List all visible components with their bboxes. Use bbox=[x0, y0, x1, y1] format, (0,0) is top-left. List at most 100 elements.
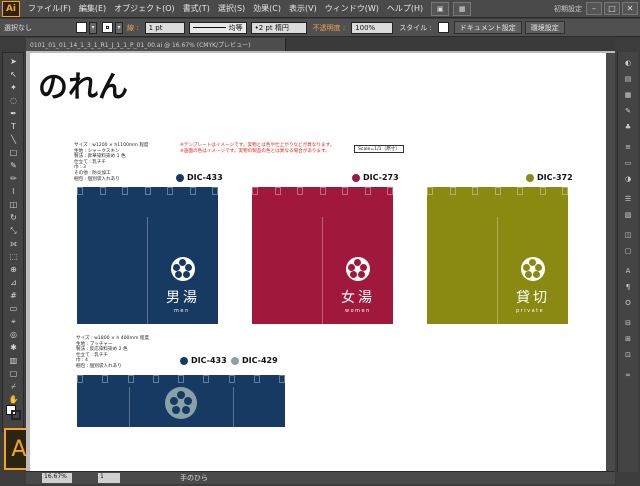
noren-text: 男湯 bbox=[166, 290, 200, 306]
shape-builder-tool-icon[interactable]: ⊕ bbox=[6, 265, 21, 275]
color-guide-panel-icon[interactable]: ▤ bbox=[621, 74, 635, 84]
transparency-panel-icon[interactable]: ◑ bbox=[621, 174, 635, 184]
blend-tool-icon[interactable]: ◎ bbox=[6, 330, 21, 340]
dic-code: DIC-372 bbox=[537, 173, 573, 182]
graph-tool-icon[interactable]: ▥ bbox=[6, 356, 21, 366]
transform-panel-icon[interactable]: ⊡ bbox=[621, 350, 635, 360]
opacity-field[interactable]: 100% bbox=[351, 21, 394, 34]
links-panel-icon[interactable]: ∞ bbox=[621, 370, 635, 380]
align-panel-icon[interactable]: ⊟ bbox=[621, 318, 635, 328]
direct-selection-tool-icon[interactable]: ↖ bbox=[6, 70, 21, 80]
document-setup-button[interactable]: ドキュメント設定 bbox=[453, 21, 522, 34]
menu-object[interactable]: オブジェクト(O) bbox=[110, 3, 179, 14]
character-panel-icon[interactable]: A bbox=[621, 266, 635, 276]
menu-help[interactable]: ヘルプ(H) bbox=[383, 3, 427, 14]
mesh-tool-icon[interactable]: # bbox=[6, 291, 21, 301]
maximize-button[interactable]: □ bbox=[604, 2, 620, 15]
line-tool-icon[interactable]: ╲ bbox=[6, 135, 21, 145]
menu-effect[interactable]: 効果(C) bbox=[249, 3, 285, 14]
free-transform-tool-icon[interactable]: ⬚ bbox=[6, 252, 21, 262]
family-crest-icon bbox=[521, 257, 545, 281]
scale-tool-icon[interactable]: ⤡ bbox=[6, 226, 21, 236]
brush-field[interactable]: • 2 pt 楕円 bbox=[250, 21, 307, 34]
gradient-tool-icon[interactable]: ▭ bbox=[6, 304, 21, 314]
stroke-swatch[interactable] bbox=[102, 22, 113, 33]
stroke-style-label: 均等 bbox=[228, 23, 243, 32]
swatches-panel-icon[interactable]: ▦ bbox=[621, 90, 635, 100]
selection-status: 選択なし bbox=[4, 23, 32, 32]
banner-noren[interactable] bbox=[77, 375, 285, 427]
paintbrush-tool-icon[interactable]: ✎ bbox=[6, 161, 21, 171]
style-swatch[interactable] bbox=[437, 22, 449, 33]
stroke-style-field[interactable]: 均等 bbox=[188, 21, 247, 34]
graphic-styles-panel-icon[interactable]: ▧ bbox=[621, 210, 635, 220]
width-tool-icon[interactable]: ⟗ bbox=[6, 239, 21, 249]
symbol-sprayer-tool-icon[interactable]: ✱ bbox=[6, 343, 21, 353]
spec-text-2: サイズ : w1800 × h 400mm 程度 生地 : ブッチャー 製法 :… bbox=[76, 336, 150, 369]
noren-curtain-men[interactable]: 男湯 men bbox=[77, 187, 218, 324]
stroke-weight-field[interactable]: 1 pt bbox=[144, 21, 185, 34]
scale-box: Scale=1/1（原寸） bbox=[354, 145, 404, 153]
rotate-tool-icon[interactable]: ↻ bbox=[6, 213, 21, 223]
tools-panel: ➤ ↖ ✦ ◌ ✒ T ╲ □ ✎ ✏ ⌇ ◫ ↻ ⤡ ⟗ ⬚ ⊕ ⊿ # ▭ … bbox=[2, 52, 24, 432]
stroke-dropdown-icon[interactable]: ▾ bbox=[115, 21, 123, 34]
fill-swatch[interactable] bbox=[76, 22, 87, 33]
perspective-grid-tool-icon[interactable]: ⊿ bbox=[6, 278, 21, 288]
gradient-panel-icon[interactable]: ▭ bbox=[621, 158, 635, 168]
stroke-panel-icon[interactable]: ≡ bbox=[621, 142, 635, 152]
hanging-loop bbox=[252, 187, 258, 195]
preferences-button[interactable]: 環境設定 bbox=[524, 21, 565, 34]
menu-type[interactable]: 書式(T) bbox=[179, 3, 214, 14]
blob-brush-tool-icon[interactable]: ⌇ bbox=[6, 187, 21, 197]
document-tab[interactable]: 0101_01_01_14_1_3_1_R1_J_1_1_P_01_00.ai … bbox=[26, 38, 286, 51]
eraser-tool-icon[interactable]: ◫ bbox=[6, 200, 21, 210]
artboard-tool-icon[interactable]: ▢ bbox=[6, 369, 21, 379]
curtain-slit bbox=[497, 217, 498, 324]
noren-curtain-women[interactable]: 女湯 women bbox=[252, 187, 393, 324]
pencil-tool-icon[interactable]: ✏ bbox=[6, 174, 21, 184]
layers-panel-icon[interactable]: ◫ bbox=[621, 230, 635, 240]
menu-view[interactable]: 表示(V) bbox=[285, 3, 321, 14]
close-button[interactable]: ✕ bbox=[622, 2, 638, 15]
minimize-button[interactable]: – bbox=[586, 2, 602, 15]
rectangle-tool-icon[interactable]: □ bbox=[6, 148, 21, 158]
menu-edit[interactable]: 編集(E) bbox=[75, 3, 110, 14]
brushes-panel-icon[interactable]: ✎ bbox=[621, 106, 635, 116]
menu-window[interactable]: ウィンドウ(W) bbox=[321, 3, 383, 14]
panel-dock: ◐ ▤ ▦ ✎ ♣ ≡ ▭ ◑ ☰ ▧ ◫ ▢ A ¶ O ⊟ ⊞ ⊡ ∞ bbox=[617, 52, 638, 472]
menu-file[interactable]: ファイル(F) bbox=[24, 3, 75, 14]
stroke-color-swatch[interactable] bbox=[11, 410, 21, 420]
lasso-tool-icon[interactable]: ◌ bbox=[6, 96, 21, 106]
opacity-label[interactable]: 不透明度 : bbox=[309, 23, 350, 33]
noren-curtain-private[interactable]: 貸切 private bbox=[427, 187, 568, 324]
color-panel-icon[interactable]: ◐ bbox=[621, 58, 635, 68]
vertical-scrollbar[interactable] bbox=[606, 53, 615, 471]
dic-label-1: DIC-433 bbox=[176, 173, 223, 182]
pen-tool-icon[interactable]: ✒ bbox=[6, 109, 21, 119]
hanging-loop bbox=[228, 375, 235, 383]
menu-select[interactable]: 選択(S) bbox=[214, 3, 249, 14]
arrange-documents-icon[interactable]: ▦ bbox=[453, 1, 472, 16]
fill-dropdown-icon[interactable]: ▾ bbox=[89, 21, 97, 34]
magic-wand-tool-icon[interactable]: ✦ bbox=[6, 83, 21, 93]
opentype-panel-icon[interactable]: O bbox=[621, 298, 635, 308]
appearance-panel-icon[interactable]: ☰ bbox=[621, 194, 635, 204]
hanging-loop bbox=[189, 187, 196, 195]
slice-tool-icon[interactable]: ⌿ bbox=[6, 382, 21, 392]
bridge-icon[interactable]: ▣ bbox=[431, 1, 450, 16]
type-tool-icon[interactable]: T bbox=[6, 122, 21, 132]
zoom-field[interactable]: 16.67% bbox=[42, 473, 72, 483]
pathfinder-panel-icon[interactable]: ⊞ bbox=[621, 334, 635, 344]
selection-tool-icon[interactable]: ➤ bbox=[6, 57, 21, 67]
curtain-slit bbox=[322, 217, 323, 324]
hand-tool-icon[interactable]: ✋ bbox=[6, 395, 21, 405]
stroke-label[interactable]: 線 : bbox=[123, 23, 143, 33]
eyedropper-tool-icon[interactable]: ⌖ bbox=[6, 317, 21, 327]
app-logo: Ai bbox=[2, 0, 20, 17]
dic-code: DIC-433 bbox=[187, 173, 223, 182]
workspace-switcher[interactable]: 初期設定 bbox=[554, 4, 582, 14]
paragraph-panel-icon[interactable]: ¶ bbox=[621, 282, 635, 292]
artboards-panel-icon[interactable]: ▢ bbox=[621, 246, 635, 256]
symbols-panel-icon[interactable]: ♣ bbox=[621, 122, 635, 132]
artboard-number-field[interactable]: 1 bbox=[98, 473, 120, 483]
